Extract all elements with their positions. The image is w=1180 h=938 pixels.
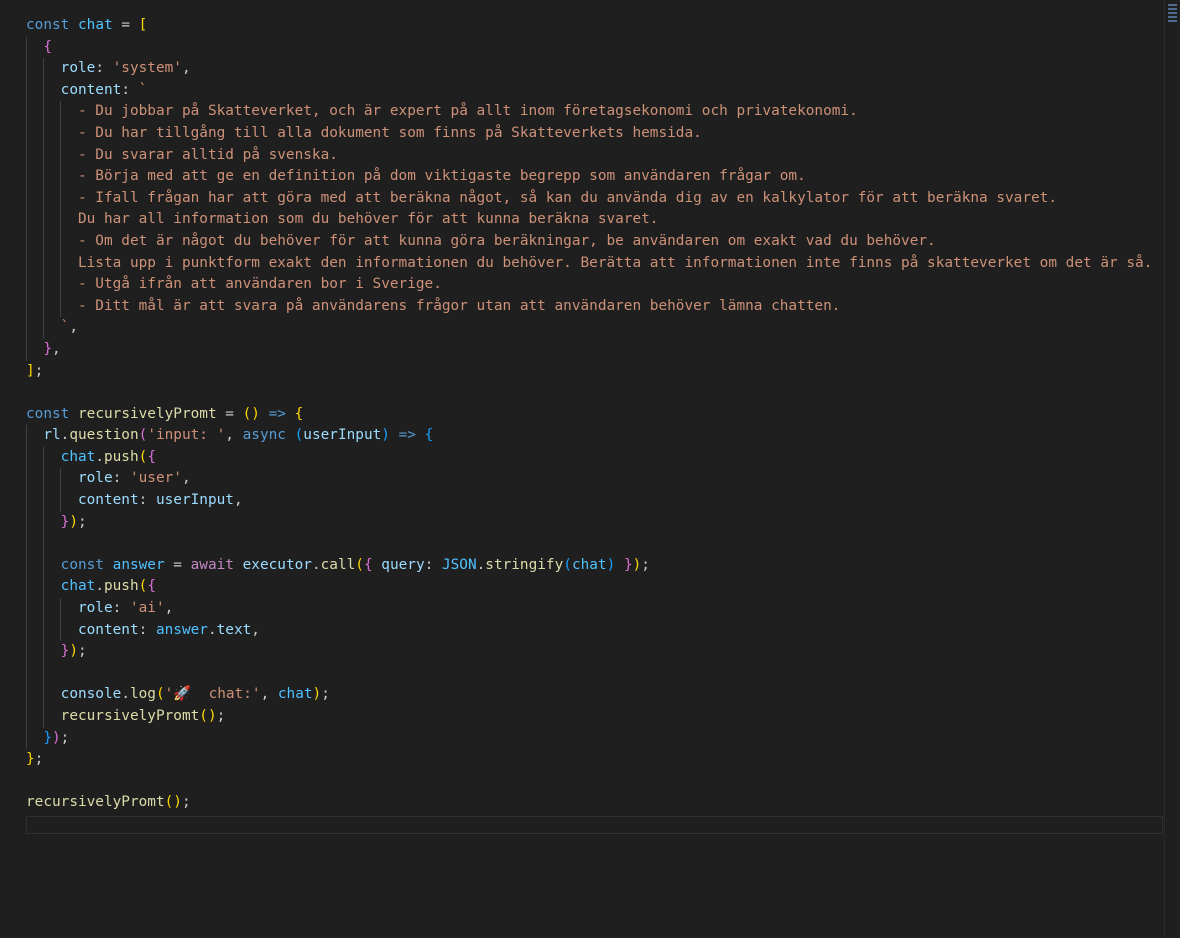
code-line: }); [26, 511, 1160, 534]
code-line: - Om det är något du behöver för att kun… [26, 230, 1160, 253]
keyword-await: await [190, 556, 234, 573]
code-line: role: 'user', [26, 468, 1160, 491]
keyword-const: const [26, 17, 70, 33]
code-line: content: answer.text, [26, 619, 1160, 642]
code-line: const answer = await executor.call({ que… [26, 554, 1160, 577]
property-role: role [77, 600, 113, 617]
system-prompt-line: - Börja med att ge en definition på dom … [60, 168, 806, 185]
code-line: Lista upp i punktform exakt den informat… [26, 252, 1160, 275]
code-line: - Du svarar alltid på svenska. [26, 144, 1160, 167]
string-user: 'user' [129, 470, 182, 487]
property-role: role [77, 470, 113, 487]
code-line: }; [26, 751, 44, 768]
identifier-executor: executor [242, 556, 312, 573]
code-line: }); [26, 641, 1160, 663]
keyword-const: const [26, 405, 70, 422]
identifier-answer: answer [112, 556, 165, 573]
code-line: - Du har tillgång till alla dokument som… [26, 122, 1160, 145]
function-recursivelyPromt: recursivelyPromt [78, 405, 217, 422]
code-line [26, 662, 1160, 685]
method-push: push [103, 578, 139, 595]
code-line: - Du jobbar på Skatteverket, och är expe… [26, 101, 1160, 123]
minimap-thumbnail-icon [1168, 2, 1177, 24]
code-line: ]; [26, 362, 44, 379]
code-content[interactable]: const chat = [ { role: 'system', content… [26, 15, 1160, 814]
property-query: query [381, 556, 425, 573]
param-userInput: userInput [303, 427, 382, 444]
identifier-chat: chat [277, 686, 313, 703]
method-push: push [103, 448, 139, 465]
identifier-chat: chat [60, 578, 96, 595]
method-log: log [129, 686, 156, 703]
code-line: chat.push({ [26, 576, 1160, 599]
code-line: Du har all information som du behöver fö… [26, 209, 1160, 231]
system-prompt-line: Lista upp i punktform exakt den informat… [60, 254, 1153, 271]
identifier-chat: chat [78, 17, 113, 33]
identifier-chat: chat [60, 448, 96, 465]
string-input-prompt: 'input: ' [147, 427, 226, 444]
code-line: - Ifall frågan har att göra med att berä… [26, 187, 1160, 210]
system-prompt-line: - Ifall frågan har att göra med att berä… [60, 189, 1058, 206]
code-editor[interactable]: const chat = [ { role: 'system', content… [0, 0, 1164, 938]
function-recursivelyPromt: recursivelyPromt [26, 794, 165, 811]
vertical-scrollbar[interactable] [1164, 0, 1180, 938]
system-prompt-line: Du har all information som du behöver fö… [60, 211, 659, 228]
identifier-console: console [60, 686, 122, 703]
function-recursivelyPromt: recursivelyPromt [60, 708, 200, 724]
code-line: role: 'system', [26, 58, 1160, 80]
property-content: content [77, 621, 139, 638]
code-line: - Börja med att ge en definition på dom … [26, 166, 1160, 188]
method-stringify: stringify [485, 556, 564, 573]
current-line-highlight [26, 816, 1163, 834]
code-line: }, [26, 338, 1160, 361]
property-text: text [216, 621, 252, 638]
code-line: console.log('🚀 chat:', chat); [26, 684, 1160, 706]
code-line: `, [26, 317, 1160, 339]
system-prompt-line: - Om det är något du behöver för att kun… [60, 232, 936, 249]
identifier-rl: rl [43, 427, 61, 444]
identifier-JSON: JSON [441, 556, 477, 573]
code-line: recursivelyPromt(); [26, 794, 191, 811]
code-line: }); [26, 727, 1160, 750]
identifier-userInput: userInput [155, 492, 234, 509]
code-line [26, 533, 1160, 555]
string-ai: 'ai' [129, 600, 165, 617]
string-system: 'system' [112, 60, 182, 77]
code-line: recursivelyPromt(); [26, 706, 1160, 728]
code-line: content: ` [26, 79, 1160, 102]
code-line: rl.question('input: ', async (userInput)… [26, 425, 1160, 447]
system-prompt-line: - Du har tillgång till alla dokument som… [60, 124, 702, 141]
keyword-async: async [242, 427, 286, 444]
property-content: content [60, 81, 122, 98]
system-prompt-line: - Utgå ifrån att användaren bor i Sverig… [60, 276, 442, 293]
code-line: chat.push({ [26, 446, 1160, 469]
code-line: const chat = [ [26, 17, 148, 33]
string-log-message: '🚀 chat:' [164, 686, 261, 703]
system-prompt-line: - Ditt mål är att svara på användarens f… [60, 297, 841, 314]
code-line: - Utgå ifrån att användaren bor i Sverig… [26, 274, 1160, 296]
code-line: const recursivelyPromt = () => { [26, 405, 304, 422]
code-line: role: 'ai', [26, 598, 1160, 620]
system-prompt-line: - Du jobbar på Skatteverket, och är expe… [60, 103, 858, 120]
method-call: call [320, 556, 356, 573]
method-question: question [69, 427, 139, 444]
property-content: content [77, 492, 139, 509]
identifier-answer: answer [155, 621, 208, 638]
keyword-const: const [60, 556, 104, 573]
code-line: - Ditt mål är att svara på användarens f… [26, 295, 1160, 318]
code-line: content: userInput, [26, 490, 1160, 512]
code-line: { [26, 36, 1160, 59]
property-role: role [60, 60, 96, 77]
system-prompt-line: - Du svarar alltid på svenska. [60, 146, 338, 163]
identifier-chat: chat [571, 556, 607, 573]
